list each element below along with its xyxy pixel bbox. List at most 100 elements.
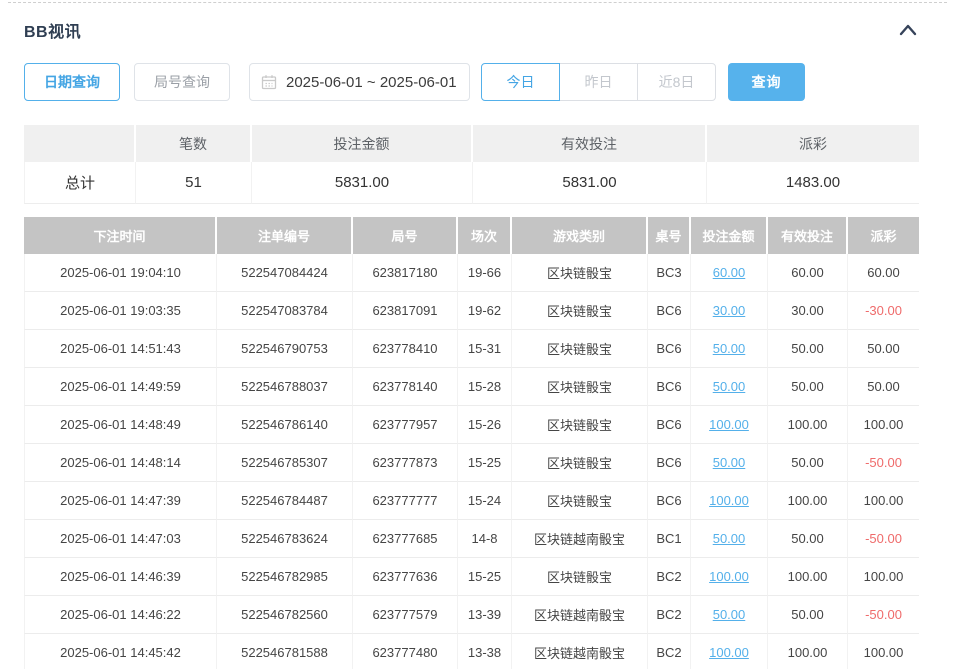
- bet-amount-link[interactable]: 50.00: [713, 531, 746, 546]
- table-row: 2025-06-01 14:51:43522546790753623778410…: [24, 330, 919, 368]
- bet-amount-link[interactable]: 50.00: [713, 341, 746, 356]
- bet-amount-link[interactable]: 100.00: [709, 417, 749, 432]
- cell-game-type: 区块链骰宝: [512, 292, 648, 330]
- cell-bet-amount: 100.00: [691, 558, 768, 596]
- bet-amount-link[interactable]: 100.00: [709, 493, 749, 508]
- cell-session: 14-8: [458, 520, 512, 558]
- cell-bet-id: 522546782985: [217, 558, 353, 596]
- records-header-bet-time: 下注时间: [24, 217, 217, 254]
- table-row: 2025-06-01 19:03:35522547083784623817091…: [24, 292, 919, 330]
- bet-amount-link[interactable]: 100.00: [709, 569, 749, 584]
- cell-valid-bet: 100.00: [768, 482, 848, 520]
- cell-valid-bet: 50.00: [768, 368, 848, 406]
- cell-table-id: BC6: [648, 330, 691, 368]
- cell-round-id: 623777636: [353, 558, 458, 596]
- cell-bet-amount: 50.00: [691, 596, 768, 634]
- summary-total-count: 51: [136, 162, 252, 204]
- cell-bet-time: 2025-06-01 14:45:42: [24, 634, 217, 669]
- cell-bet-amount: 30.00: [691, 292, 768, 330]
- date-query-tab[interactable]: 日期查询: [24, 63, 120, 101]
- top-divider: [8, 2, 947, 3]
- cell-valid-bet: 60.00: [768, 254, 848, 292]
- cell-payout: -50.00: [848, 596, 919, 634]
- cell-bet-time: 2025-06-01 19:03:35: [24, 292, 217, 330]
- cell-table-id: BC6: [648, 368, 691, 406]
- cell-session: 15-25: [458, 444, 512, 482]
- summary-total-label: 总计: [24, 162, 136, 204]
- cell-round-id: 623777685: [353, 520, 458, 558]
- bet-amount-link[interactable]: 50.00: [713, 607, 746, 622]
- records-header-payout: 派彩: [848, 217, 919, 254]
- cell-bet-amount: 100.00: [691, 634, 768, 669]
- quick-today-button[interactable]: 今日: [481, 63, 560, 101]
- cell-table-id: BC2: [648, 558, 691, 596]
- cell-bet-amount: 100.00: [691, 482, 768, 520]
- cell-bet-time: 2025-06-01 14:48:14: [24, 444, 217, 482]
- cell-payout: -30.00: [848, 292, 919, 330]
- cell-table-id: BC6: [648, 406, 691, 444]
- quick-yesterday-button[interactable]: 昨日: [559, 63, 638, 101]
- cell-game-type: 区块链越南骰宝: [512, 596, 648, 634]
- cell-table-id: BC6: [648, 482, 691, 520]
- cell-table-id: BC2: [648, 634, 691, 669]
- date-range-input[interactable]: 2025-06-01 ~ 2025-06-01: [249, 63, 470, 101]
- cell-game-type: 区块链越南骰宝: [512, 634, 648, 669]
- bet-amount-link[interactable]: 50.00: [713, 379, 746, 394]
- cell-round-id: 623777957: [353, 406, 458, 444]
- cell-valid-bet: 50.00: [768, 444, 848, 482]
- summary-header-row: 笔数 投注金额 有效投注 派彩: [24, 125, 919, 162]
- table-row: 2025-06-01 14:49:59522546788037623778140…: [24, 368, 919, 406]
- cell-valid-bet: 50.00: [768, 330, 848, 368]
- cell-session: 15-28: [458, 368, 512, 406]
- cell-bet-time: 2025-06-01 14:47:39: [24, 482, 217, 520]
- cell-bet-id: 522546786140: [217, 406, 353, 444]
- cell-bet-id: 522546788037: [217, 368, 353, 406]
- search-button[interactable]: 查询: [728, 63, 805, 101]
- cell-bet-time: 2025-06-01 14:47:03: [24, 520, 217, 558]
- round-query-tab[interactable]: 局号查询: [134, 63, 230, 101]
- cell-table-id: BC1: [648, 520, 691, 558]
- table-row: 2025-06-01 14:47:39522546784487623777777…: [24, 482, 919, 520]
- cell-bet-id: 522546790753: [217, 330, 353, 368]
- summary-header-bet-amount: 投注金额: [252, 125, 473, 162]
- bet-amount-link[interactable]: 60.00: [713, 265, 746, 280]
- cell-session: 13-38: [458, 634, 512, 669]
- summary-header-payout: 派彩: [707, 125, 919, 162]
- summary-total-row: 总计 51 5831.00 5831.00 1483.00: [24, 162, 919, 204]
- cell-payout: 50.00: [848, 368, 919, 406]
- cell-game-type: 区块链骰宝: [512, 444, 648, 482]
- cell-bet-id: 522546781588: [217, 634, 353, 669]
- cell-session: 15-26: [458, 406, 512, 444]
- table-row: 2025-06-01 14:46:39522546782985623777636…: [24, 558, 919, 596]
- bet-amount-link[interactable]: 50.00: [713, 455, 746, 470]
- bet-amount-link[interactable]: 30.00: [713, 303, 746, 318]
- cell-payout: -50.00: [848, 444, 919, 482]
- records-header-table-id: 桌号: [648, 217, 691, 254]
- cell-bet-id: 522547083784: [217, 292, 353, 330]
- cell-bet-time: 2025-06-01 19:04:10: [24, 254, 217, 292]
- cell-game-type: 区块链骰宝: [512, 558, 648, 596]
- cell-table-id: BC6: [648, 444, 691, 482]
- cell-game-type: 区块链越南骰宝: [512, 520, 648, 558]
- cell-bet-time: 2025-06-01 14:49:59: [24, 368, 217, 406]
- cell-bet-amount: 60.00: [691, 254, 768, 292]
- cell-bet-id: 522547084424: [217, 254, 353, 292]
- cell-session: 15-24: [458, 482, 512, 520]
- cell-bet-amount: 50.00: [691, 368, 768, 406]
- table-row: 2025-06-01 14:48:14522546785307623777873…: [24, 444, 919, 482]
- records-header-session: 场次: [458, 217, 512, 254]
- records-header-valid-bet: 有效投注: [768, 217, 848, 254]
- records-table: 下注时间 注单编号 局号 场次 游戏类别 桌号 投注金额 有效投注 派彩 202…: [24, 217, 919, 669]
- cell-payout: 50.00: [848, 330, 919, 368]
- date-range-value: 2025-06-01 ~ 2025-06-01: [286, 74, 457, 91]
- quick-last8days-button[interactable]: 近8日: [637, 63, 716, 101]
- cell-table-id: BC6: [648, 292, 691, 330]
- cell-session: 19-62: [458, 292, 512, 330]
- cell-round-id: 623777480: [353, 634, 458, 669]
- bet-amount-link[interactable]: 100.00: [709, 645, 749, 660]
- cell-round-id: 623817091: [353, 292, 458, 330]
- cell-bet-amount: 100.00: [691, 406, 768, 444]
- cell-valid-bet: 50.00: [768, 520, 848, 558]
- records-header-bet-id: 注单编号: [217, 217, 353, 254]
- chevron-up-icon[interactable]: [897, 21, 919, 39]
